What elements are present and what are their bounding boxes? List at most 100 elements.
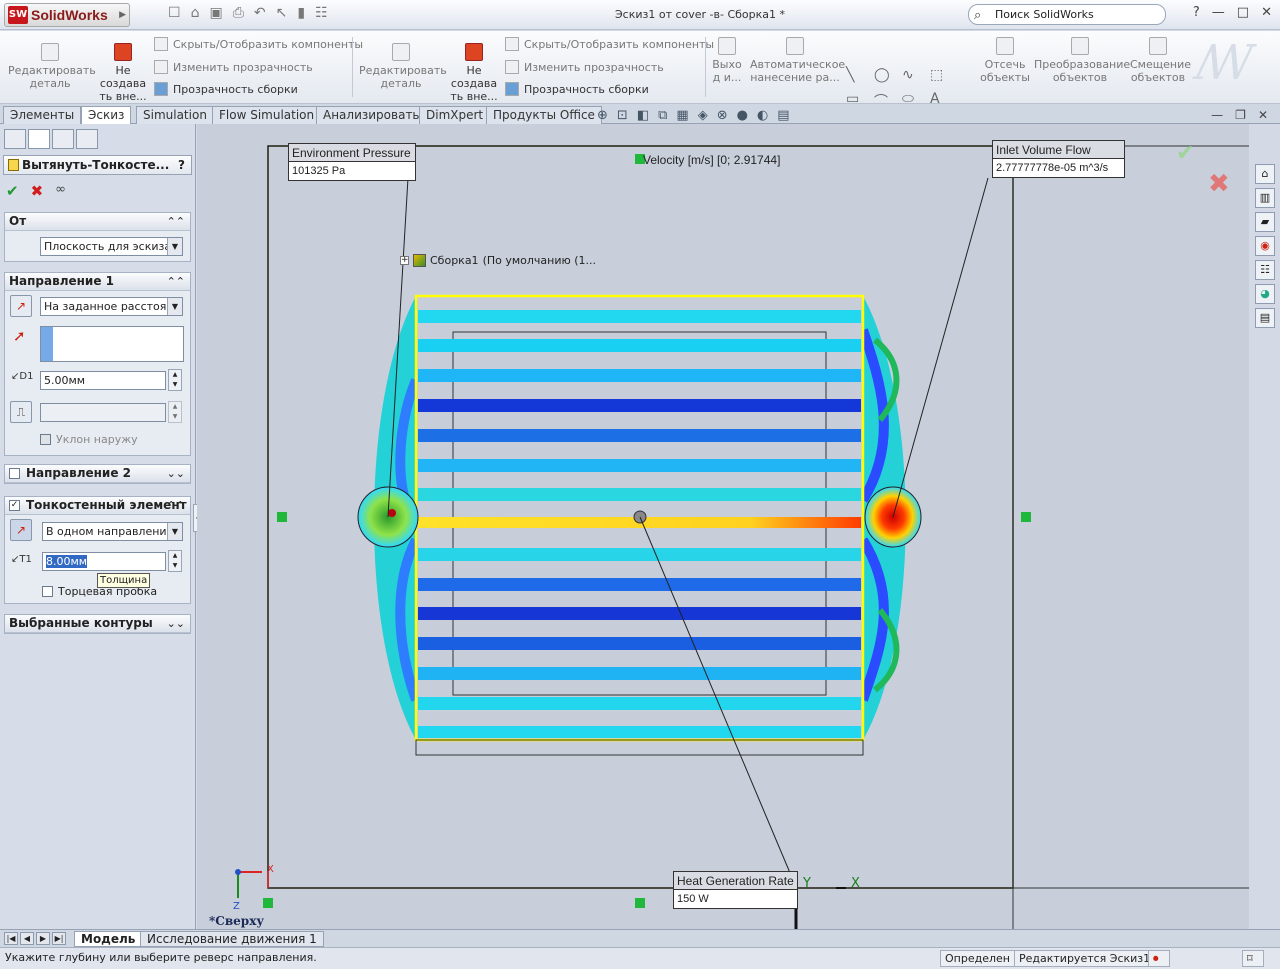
direction2-header[interactable]: Направление 2 ⌄⌄: [5, 465, 190, 483]
circle-tool-icon[interactable]: ◯: [874, 67, 902, 83]
environment-pressure-callout[interactable]: Environment Pressure 101325 Pa: [288, 143, 416, 181]
collapse-icon[interactable]: ⌃⌃: [167, 497, 185, 514]
depth-input[interactable]: 5.00мм: [40, 371, 166, 390]
tab-flow-simulation[interactable]: Flow Simulation: [212, 106, 322, 124]
collapse-icon[interactable]: ⌃⌃: [167, 213, 185, 230]
assembly-transparency-button-2[interactable]: Прозрачность сборки: [505, 82, 649, 96]
grid-tool-icon[interactable]: ⬚: [930, 67, 958, 83]
direction1-header[interactable]: Направление 1 ⌃⌃: [5, 273, 190, 291]
show-hide-components-button[interactable]: Скрыть/Отобразить компоненты: [154, 37, 363, 51]
thin-reverse-direction-icon[interactable]: ↗: [10, 519, 32, 541]
design-library-icon[interactable]: ▥: [1255, 188, 1275, 208]
previous-view-icon[interactable]: ◧: [637, 108, 649, 123]
select-arrow-icon[interactable]: ↖: [276, 5, 288, 21]
expand-icon[interactable]: ⌄⌄: [167, 615, 185, 632]
search-results-icon[interactable]: ◉: [1255, 236, 1275, 256]
doc-restore-icon[interactable]: ❐: [1235, 108, 1246, 122]
expand-tree-icon[interactable]: +: [400, 256, 409, 265]
rebuild-status-icon[interactable]: ⏺: [1148, 950, 1170, 967]
from-start-select[interactable]: Плоскость для эскиза ▼: [40, 237, 183, 256]
prev-tab-icon[interactable]: ◀: [20, 932, 34, 945]
undo-icon[interactable]: ↶: [254, 5, 266, 21]
doc-close-icon[interactable]: ✕: [1258, 108, 1268, 122]
direction2-checkbox[interactable]: [9, 468, 20, 479]
tab-simulation[interactable]: Simulation: [136, 106, 214, 124]
selected-contours-header[interactable]: Выбранные контуры ⌄⌄: [5, 615, 190, 633]
edit-part-button[interactable]: Редактировать деталь: [8, 43, 96, 90]
line-tool-icon[interactable]: ╲: [846, 67, 874, 83]
open-folder-icon[interactable]: ⌂: [191, 5, 200, 21]
thickness-spinner[interactable]: ▲ ▼: [168, 550, 182, 572]
tree-root-label[interactable]: Сборка1: [430, 254, 479, 267]
trim-entities-button[interactable]: Отсечь объекты: [980, 37, 1030, 84]
save-icon[interactable]: ▣: [209, 5, 222, 21]
collapse-icon[interactable]: ⌃⌃: [167, 273, 185, 290]
tab-model[interactable]: Модель: [74, 931, 143, 947]
search-input[interactable]: ⌕ Поиск SolidWorks: [968, 4, 1166, 25]
convert-entities-button[interactable]: Преобразование объектов: [1034, 37, 1130, 84]
section-view-icon[interactable]: ⧉: [658, 108, 667, 123]
show-hide-components-button-2[interactable]: Скрыть/Отобразить компоненты: [505, 37, 714, 51]
zoom-area-icon[interactable]: ⊡: [617, 108, 628, 123]
thin-feature-header[interactable]: ✓ Тонкостенный элемент ⌃⌃: [5, 497, 190, 515]
auto-dimension-button[interactable]: Автоматическое нанесение ра...: [750, 37, 845, 84]
first-tab-icon[interactable]: |◀: [4, 932, 18, 945]
next-tab-icon[interactable]: ▶: [36, 932, 50, 945]
view-palette-icon[interactable]: ☷: [1255, 260, 1275, 280]
hide-show-items-icon[interactable]: ⊗: [717, 108, 728, 123]
heat-generation-callout[interactable]: Heat Generation Rate 150 W: [673, 871, 798, 909]
preview-glasses-icon[interactable]: ∞: [55, 182, 66, 200]
new-document-icon[interactable]: ☐: [168, 5, 181, 21]
thin-feature-checkbox[interactable]: ✓: [9, 500, 20, 511]
appearances-icon[interactable]: ◕: [1255, 284, 1275, 304]
doc-minimize-icon[interactable]: —: [1211, 108, 1223, 122]
apply-scene-icon[interactable]: ◐: [757, 108, 768, 123]
close-icon[interactable]: ✕: [1261, 5, 1272, 20]
maximize-icon[interactable]: □: [1237, 5, 1249, 20]
thickness-input[interactable]: 8.00мм: [42, 552, 166, 571]
help-icon[interactable]: ?: [1193, 5, 1200, 20]
tab-motion-study[interactable]: Исследование движения 1: [140, 931, 324, 947]
view-orientation-icon[interactable]: ▦: [676, 108, 688, 123]
dimxpert-manager-tab-icon[interactable]: [76, 129, 98, 149]
expand-icon[interactable]: ⌄⌄: [167, 465, 185, 482]
edit-part-button-2[interactable]: Редактировать деталь: [359, 43, 447, 90]
rebuild-icon[interactable]: ▮: [297, 5, 305, 21]
options-icon[interactable]: ☷: [315, 5, 328, 21]
thin-type-select[interactable]: В одном направлении ▼: [42, 522, 183, 541]
reverse-direction-icon[interactable]: ↗: [10, 295, 32, 317]
last-tab-icon[interactable]: ▶|: [52, 932, 66, 945]
no-external-refs-button[interactable]: Не создава ть вне...: [98, 43, 148, 103]
minimize-icon[interactable]: —: [1212, 5, 1225, 20]
tab-dimxpert[interactable]: DimXpert: [419, 106, 491, 124]
tab-features[interactable]: Элементы: [3, 106, 82, 124]
file-explorer-icon[interactable]: ▰: [1255, 212, 1275, 232]
property-manager-tab-icon[interactable]: [28, 129, 50, 149]
solidworks-menu-button[interactable]: SW SolidWorks ▶: [4, 3, 130, 27]
offset-entities-button[interactable]: Смещение объектов: [1130, 37, 1191, 84]
end-condition-select[interactable]: На заданное расстояни ▼: [40, 297, 183, 316]
tab-evaluate[interactable]: Анализировать: [316, 106, 427, 124]
graphics-area[interactable]: ✔ ✖ + Сборка1 (По умолчанию (1... Enviro…: [197, 124, 1249, 929]
edit-appearance-icon[interactable]: ●: [737, 108, 748, 123]
feature-manager-tab-icon[interactable]: [4, 129, 26, 149]
cancel-x-icon[interactable]: ✖: [31, 182, 44, 200]
exit-sketch-button[interactable]: Выхо д и...: [708, 37, 746, 84]
spline-tool-icon[interactable]: ∿: [902, 67, 930, 83]
depth-spinner[interactable]: ▲ ▼: [168, 369, 182, 391]
change-transparency-button[interactable]: Изменить прозрачность: [154, 60, 313, 74]
custom-properties-icon[interactable]: ▤: [1255, 308, 1275, 328]
zoom-to-fit-icon[interactable]: ⊕: [597, 108, 608, 123]
display-style-icon[interactable]: ◈: [698, 108, 708, 123]
help-button[interactable]: ?: [178, 156, 185, 174]
configuration-manager-tab-icon[interactable]: [52, 129, 74, 149]
inlet-volume-flow-callout[interactable]: Inlet Volume Flow 2.77777778e-05 m^3/s: [992, 140, 1125, 178]
print-icon[interactable]: ⎙: [233, 5, 244, 21]
draft-on-off-icon[interactable]: ⎍: [10, 401, 32, 423]
tab-sketch[interactable]: Эскиз: [81, 106, 132, 125]
assembly-transparency-button[interactable]: Прозрачность сборки: [154, 82, 298, 96]
view-settings-icon[interactable]: ▤: [777, 108, 789, 123]
change-transparency-button-2[interactable]: Изменить прозрачность: [505, 60, 664, 74]
ok-check-icon[interactable]: ✔: [6, 182, 19, 200]
tab-office-products[interactable]: Продукты Office: [486, 106, 602, 124]
